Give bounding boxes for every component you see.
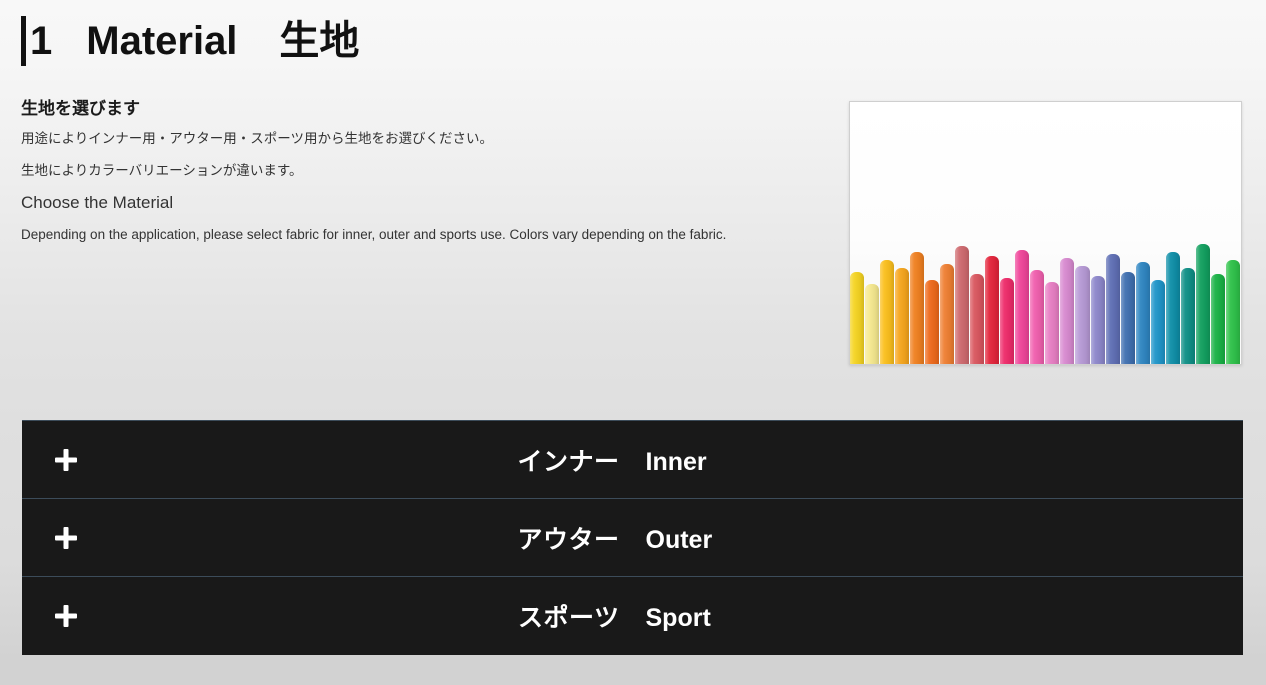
accordion-label-japanese: スポーツ [517,604,620,632]
fabric-roll [970,274,985,364]
fabric-roll [1120,272,1135,364]
page-root: 1 Material 生地 生地を選びます 用途によりインナー用・アウター用・ス… [0,0,1266,685]
fabric-roll [1105,254,1120,364]
intro-line-japanese-1: 用途によりインナー用・アウター用・スポーツ用から生地をお選びください。 [21,131,493,147]
accordion-row-inner[interactable]: インナー Inner [22,421,1243,499]
accordion-label-english: Outer [645,525,713,554]
material-accordion: インナー Inner アウター Outer スポーツ Sport [22,420,1243,655]
fabric-roll [1225,260,1240,364]
fabric-photo [849,101,1242,365]
accordion-label-english: Sport [645,604,711,632]
accordion-label-japanese: インナー [517,447,620,476]
fabric-roll [1045,282,1060,364]
title-step-number: 1 [30,19,53,63]
fabric-roll [1210,274,1225,364]
fabric-roll [925,280,940,364]
fabric-roll [1180,268,1195,364]
intro-heading-english: Choose the Material [21,193,174,213]
accordion-row-labels: アウター Outer [22,520,1243,556]
title-english: Material [86,19,238,63]
title-japanese: 生地 [279,19,360,63]
fabric-roll [1030,270,1045,364]
accordion-row-labels: インナー Inner [22,442,1243,478]
fabric-roll [850,272,865,364]
fabric-roll [1015,250,1030,364]
fabric-roll [940,264,955,364]
accordion-row-labels: スポーツ Sport [22,598,1243,634]
fabric-roll [985,256,1000,364]
fabric-roll [910,252,925,364]
fabric-roll [865,284,880,364]
fabric-roll [1090,276,1105,364]
fabric-roll [1000,278,1015,364]
accordion-label-japanese: アウター [517,525,620,554]
accordion-row-sport[interactable]: スポーツ Sport [22,577,1243,655]
fabric-rolls-group [850,214,1241,364]
title-accent-bar-icon [21,16,26,66]
fabric-photo-background [850,102,1241,364]
accordion-row-outer[interactable]: アウター Outer [22,499,1243,577]
fabric-roll [880,260,895,364]
intro-line-english-1: Depending on the application, please sel… [21,227,727,243]
accordion-label-english: Inner [645,447,707,476]
fabric-roll [1150,280,1165,364]
fabric-roll [1060,258,1075,364]
page-title: 1 Material 生地 [21,12,359,70]
fabric-roll [895,268,910,364]
intro-line-japanese-2: 生地によりカラーバリエーションが違います。 [21,162,303,178]
fabric-roll [1075,266,1090,364]
fabric-roll [1135,262,1150,364]
fabric-roll [1195,244,1210,364]
intro-block: 生地を選びます 用途によりインナー用・アウター用・スポーツ用から生地をお選びくだ… [21,98,831,245]
fabric-roll [1165,252,1180,364]
intro-heading-japanese: 生地を選びます [21,99,140,118]
fabric-roll [955,246,970,364]
